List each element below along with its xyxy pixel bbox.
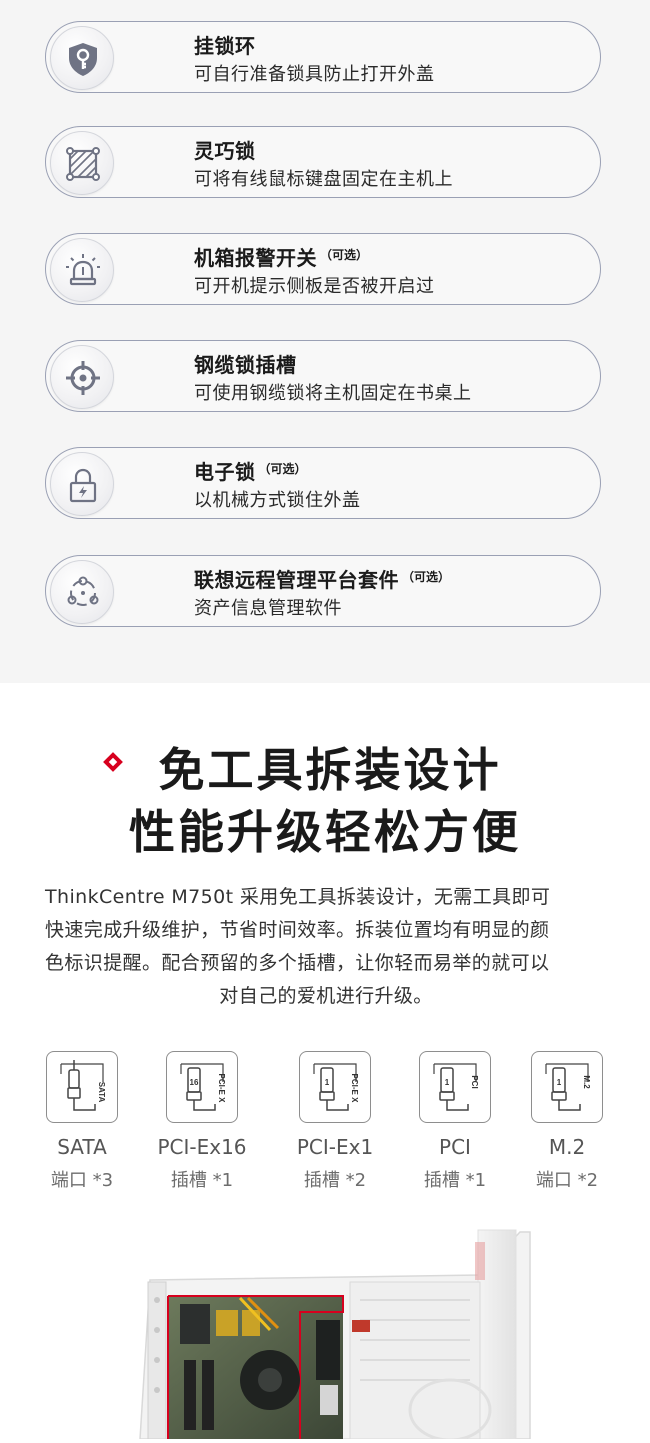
feature-title: 挂锁环 (194, 34, 256, 58)
feature-desc: 可开机提示侧板是否被开启过 (194, 276, 435, 297)
slot-box-label: SATA (97, 1082, 106, 1103)
slot-name: PCI-Ex1 (296, 1135, 374, 1159)
slot-count: 端口 *2 (535, 1170, 599, 1191)
sata-connector-icon: SATA (46, 1051, 118, 1123)
slot-name: M.2 (548, 1135, 586, 1159)
headline-line-2: 性能升级轻松方便 (129, 805, 521, 859)
feature-title: 灵巧锁 (194, 139, 256, 163)
description-line: 对自己的爱机进行升级。 (219, 985, 433, 1007)
slot-pci: 1 PCI PCI 插槽 *1 (395, 1051, 515, 1201)
feature-optional: （可选） (402, 570, 451, 584)
feature-desc: 可将有线鼠标键盘固定在主机上 (194, 169, 453, 190)
slot-name: PCI (439, 1135, 471, 1159)
description-line: 快速完成升级维护，节省时间效率。拆装位置均有明显的颜 (45, 919, 550, 941)
slot-box-number: 1 (445, 1078, 450, 1087)
slot-pcie-x1: 1 PCI-E X PCI-Ex1 插槽 *2 (275, 1051, 395, 1201)
alarm-light-icon (50, 238, 114, 302)
slot-name: SATA (57, 1135, 107, 1159)
feature-desc: 以机械方式锁住外盖 (194, 490, 361, 511)
slot-box-label: PCI-E X (350, 1074, 359, 1104)
feature-title: 电子锁 (194, 460, 256, 484)
description-line: 色标识提醒。配合预留的多个插槽，让你轻而易举的就可以 (45, 952, 550, 974)
slot-box-label: PCI (470, 1075, 479, 1088)
tool-free-description: ThinkCentre M750t 采用免工具拆装设计，无需工具即可 快速完成升… (45, 881, 607, 1013)
remote-management-icon (50, 560, 114, 624)
feature-optional: （可选） (258, 462, 307, 476)
feature-smart-lock: 灵巧锁 可将有线鼠标键盘固定在主机上 (45, 126, 601, 198)
description-line: ThinkCentre M750t 采用免工具拆装设计，无需工具即可 (45, 886, 551, 908)
slot-pcie-x16: 16 PCI-E X PCI-Ex16 插槽 *1 (142, 1051, 262, 1201)
security-features-section: 挂锁环 可自行准备锁具防止打开外盖 灵巧锁 可将有线鼠标键盘固定在主机上 机箱报… (0, 0, 650, 683)
slot-name: PCI-Ex16 (157, 1135, 247, 1159)
slot-count: 端口 *3 (50, 1170, 114, 1191)
headline-line-1: 免工具拆装设计 (158, 743, 502, 797)
slot-count: 插槽 *2 (303, 1170, 367, 1191)
slot-box-label: PCI-E X (217, 1074, 226, 1104)
m2-slot-icon: 1 M.2 (531, 1051, 603, 1123)
shield-key-icon (50, 26, 114, 90)
feature-cable-lock-slot: 钢缆锁插槽 可使用钢缆锁将主机固定在书桌上 (45, 340, 601, 412)
slot-count: 插槽 *1 (423, 1170, 487, 1191)
feature-desc: 可使用钢缆锁将主机固定在书桌上 (194, 383, 472, 404)
slot-m2: 1 M.2 M.2 端口 *2 (507, 1051, 627, 1201)
crosshair-icon (50, 345, 114, 409)
open-chassis-product-image (120, 1220, 540, 1442)
feature-chassis-alarm: 机箱报警开关 （可选） 可开机提示侧板是否被开启过 (45, 233, 601, 305)
feature-title: 机箱报警开关 (194, 246, 317, 270)
slot-box-number: 1 (325, 1078, 330, 1087)
slot-box-number: 16 (190, 1078, 199, 1087)
feature-remote-management: 联想远程管理平台套件 （可选） 资产信息管理软件 (45, 555, 601, 627)
feature-desc: 可自行准备锁具防止打开外盖 (194, 64, 435, 85)
feature-desc: 资产信息管理软件 (194, 598, 342, 619)
slot-box-number: 1 (557, 1078, 562, 1087)
feature-title: 钢缆锁插槽 (194, 353, 297, 377)
electronic-lock-icon (50, 452, 114, 516)
feature-electronic-lock: 电子锁 （可选） 以机械方式锁住外盖 (45, 447, 601, 519)
slot-box-label: M.2 (582, 1075, 591, 1089)
slot-sata: SATA SATA 端口 *3 (22, 1051, 142, 1201)
feature-optional: （可选） (320, 248, 369, 262)
feature-title: 联想远程管理平台套件 (194, 568, 399, 592)
pcie-x16-slot-icon: 16 PCI-E X (166, 1051, 238, 1123)
pci-slot-icon: 1 PCI (419, 1051, 491, 1123)
pcie-x1-slot-icon: 1 PCI-E X (299, 1051, 371, 1123)
smart-lock-icon (50, 131, 114, 195)
feature-padlock-ring: 挂锁环 可自行准备锁具防止打开外盖 (45, 21, 601, 93)
slot-count: 插槽 *1 (170, 1170, 234, 1191)
